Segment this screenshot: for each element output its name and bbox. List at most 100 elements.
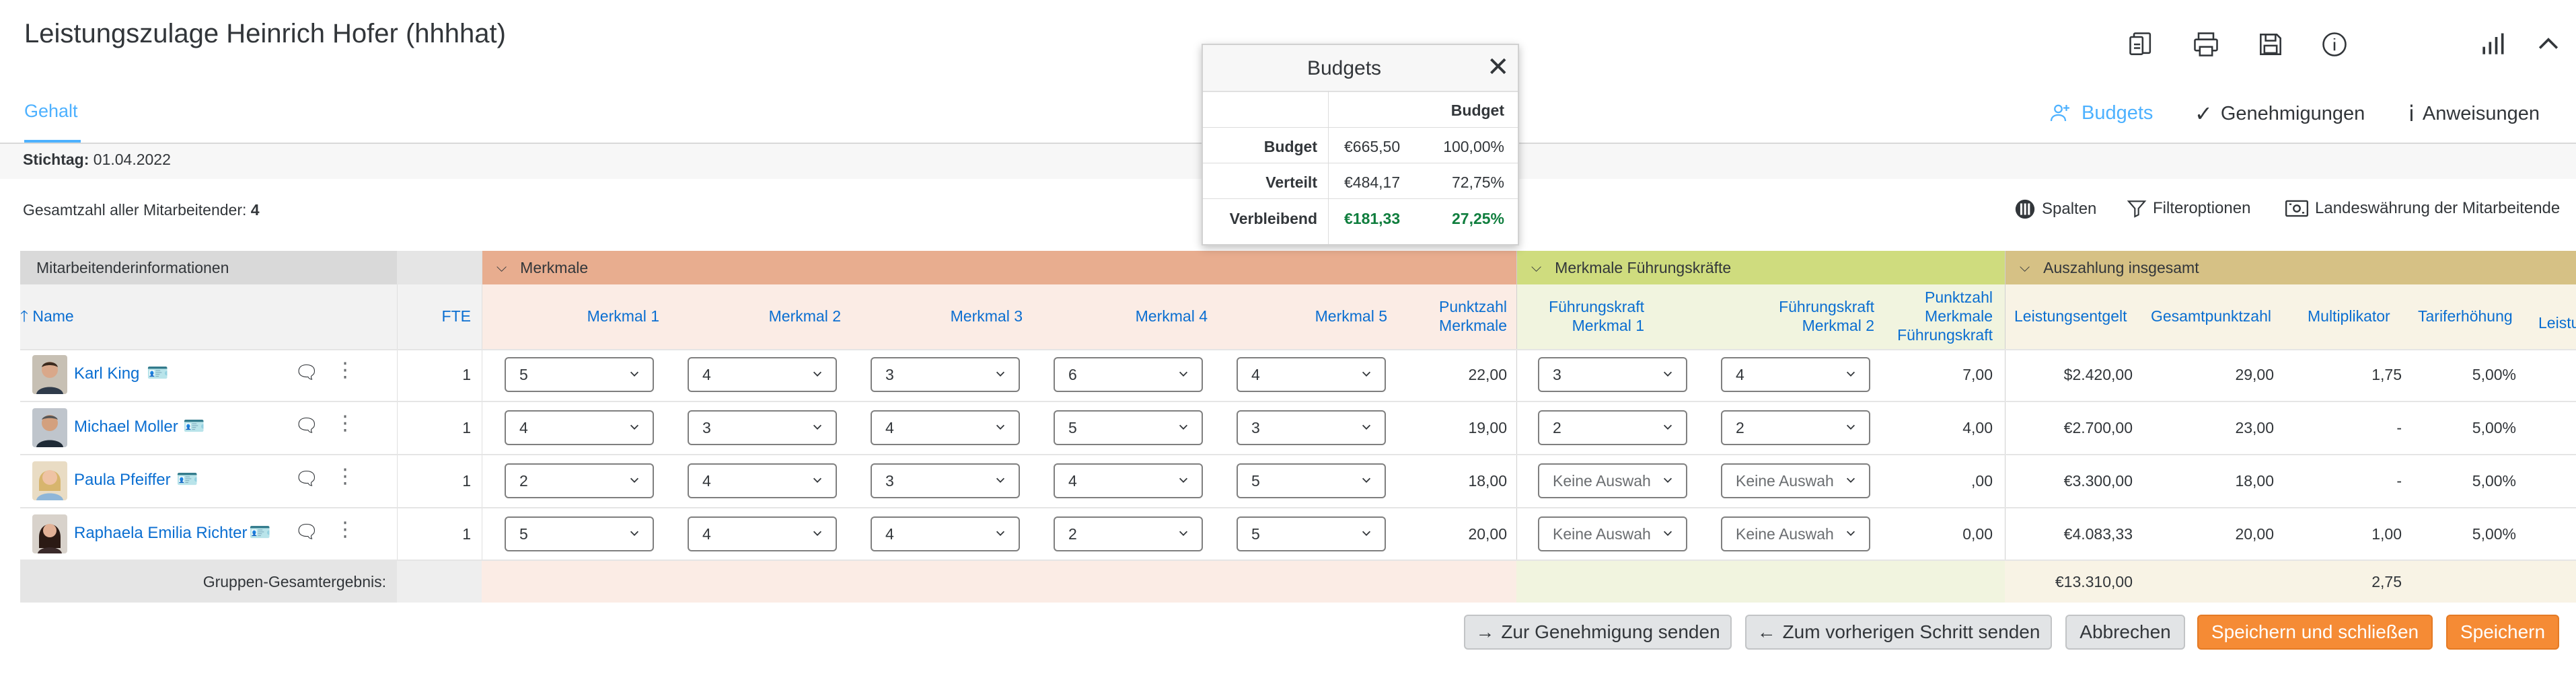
col-merkmal-1[interactable]: Merkmal 1: [491, 307, 659, 325]
group-merkmale[interactable]: ⌵ Merkmale: [496, 251, 588, 284]
arrow-left-icon: ←: [1757, 621, 1776, 642]
chevron-down-icon: ⌵: [496, 260, 507, 275]
print-icon[interactable]: [2188, 27, 2223, 62]
merkmal-1-select[interactable]: 5: [505, 516, 654, 551]
tariferhoehung-value: 5,00%: [2472, 472, 2516, 490]
fk-merkmal-2-select[interactable]: 2: [1721, 410, 1870, 445]
col-fk-merkmal-2[interactable]: Führungskraft Merkmal 2: [1716, 297, 1874, 335]
contact-card-icon[interactable]: 🪪: [183, 416, 205, 436]
fk-merkmal-2-select[interactable]: Keine Auswah: [1721, 463, 1870, 498]
export-icon[interactable]: [2124, 27, 2159, 62]
save-icon[interactable]: [2253, 27, 2288, 62]
info-i-icon: ⅰ: [2408, 102, 2415, 126]
distributed-row-label: Verteilt: [1265, 174, 1317, 191]
approvals-button[interactable]: ✓ Genehmigungen: [2195, 101, 2365, 126]
tab-gehalt[interactable]: Gehalt: [24, 101, 78, 122]
merkmal-1-select[interactable]: 2: [505, 463, 654, 498]
fk-merkmal-1-select[interactable]: 2: [1538, 410, 1687, 445]
columns-button[interactable]: Spalten: [2014, 198, 2096, 221]
contact-card-icon[interactable]: 🪪: [176, 469, 198, 490]
col-name[interactable]: 🡑 Name: [20, 307, 74, 325]
group-auszahlung[interactable]: ⌵ Auszahlung insgesamt: [2020, 251, 2199, 284]
merkmal-2-select[interactable]: 4: [688, 516, 837, 551]
col-punktzahl-merkmale[interactable]: Punktzahl Merkmale: [1399, 297, 1507, 335]
group-header-merkmale[interactable]: [482, 251, 1516, 284]
merkmal-3-select[interactable]: 3: [871, 463, 1020, 498]
merkmal-5-select[interactable]: 5: [1237, 516, 1386, 551]
merkmal-3-select[interactable]: 4: [871, 410, 1020, 445]
budgets-button[interactable]: Budgets: [2049, 101, 2153, 125]
multiplikator-value: -: [2396, 472, 2402, 490]
comment-icon[interactable]: 🗨: [295, 361, 319, 383]
fte-value: 1: [462, 419, 471, 436]
col-fk-merkmal-1[interactable]: Führungskraft Merkmal 1: [1534, 297, 1644, 335]
chevron-down-icon: ⌵: [2020, 260, 2030, 275]
comment-icon[interactable]: 🗨: [295, 520, 319, 543]
close-icon[interactable]: ✕: [1487, 52, 1510, 83]
employee-name[interactable]: Raphaela Emilia Richter: [74, 524, 247, 543]
col-gesamtpunktzahl[interactable]: Gesamtpunktzahl: [2151, 307, 2271, 325]
fk-merkmal-2-select[interactable]: Keine Auswah: [1721, 516, 1870, 551]
merkmal-2-select[interactable]: 4: [688, 357, 837, 392]
employee-name[interactable]: Paula Pfeiffer: [74, 471, 171, 490]
col-leistungsentgelt[interactable]: Leistungsentgelt: [2014, 307, 2127, 325]
col-merkmal-3[interactable]: Merkmal 3: [854, 307, 1023, 325]
more-options-icon[interactable]: ⋮: [335, 518, 355, 541]
currency-toggle[interactable]: Landeswährung der Mitarbeitende: [2284, 198, 2560, 219]
budgets-label: Budgets: [2082, 102, 2154, 124]
fk-merkmal-2-select[interactable]: 4: [1721, 357, 1870, 392]
punktzahl-fk-value: ,00: [1971, 472, 1993, 490]
chevron-down-icon: [1663, 424, 1672, 430]
more-options-icon[interactable]: ⋮: [335, 465, 355, 488]
cancel-button[interactable]: Abbrechen: [2065, 615, 2185, 650]
group-total-label: Gruppen-Gesamtergebnis:: [203, 573, 386, 590]
merkmal-5-select[interactable]: 5: [1237, 463, 1386, 498]
employee-name[interactable]: Karl King: [74, 364, 139, 383]
merkmal-4-select[interactable]: 4: [1054, 463, 1203, 498]
col-tariferhoehung[interactable]: Tariferhöhung: [2418, 307, 2513, 325]
col-punktzahl-fk[interactable]: Punktzahl Merkmale Führungskraft: [1884, 288, 1993, 344]
approvals-label: Genehmigungen: [2220, 102, 2365, 124]
col-fte[interactable]: FTE: [404, 307, 471, 325]
comment-icon[interactable]: 🗨: [295, 414, 319, 436]
merkmal-1-select[interactable]: 5: [505, 357, 654, 392]
col-merkmal-5[interactable]: Merkmal 5: [1219, 307, 1387, 325]
merkmal-3-select[interactable]: 4: [871, 516, 1020, 551]
merkmal-4-select[interactable]: 5: [1054, 410, 1203, 445]
send-previous-step-button[interactable]: ← Zum vorherigen Schritt senden: [1745, 615, 2052, 650]
save-button[interactable]: Speichern: [2446, 615, 2559, 650]
more-options-icon[interactable]: ⋮: [335, 358, 355, 382]
fk-merkmal-1-select[interactable]: Keine Auswah: [1538, 516, 1687, 551]
table-row: Karl King 🪪 🗨 ⋮ 1 5 4 3 6 4 22,00 3 4 7,…: [0, 349, 2576, 401]
merkmal-4-select[interactable]: 2: [1054, 516, 1203, 551]
chevron-down-icon: [996, 371, 1005, 377]
chevron-down-icon: [1179, 371, 1188, 377]
filter-button[interactable]: Filteroptionen: [2126, 198, 2250, 219]
send-approval-button[interactable]: → Zur Genehmigung senden: [1464, 615, 1732, 650]
contact-card-icon[interactable]: 🪪: [249, 522, 270, 543]
merkmal-2-select[interactable]: 4: [688, 463, 837, 498]
people-budget-icon: [2050, 104, 2069, 122]
contact-card-icon[interactable]: 🪪: [147, 362, 168, 383]
col-leistungszulage[interactable]: Leistu: [2538, 313, 2576, 332]
merkmal-4-select[interactable]: 6: [1054, 357, 1203, 392]
employee-name[interactable]: Michael Moller: [74, 418, 178, 436]
merkmal-1-select[interactable]: 4: [505, 410, 654, 445]
collapse-icon[interactable]: [2531, 27, 2566, 62]
save-close-button[interactable]: Speichern und schließen: [2197, 615, 2433, 650]
merkmal-5-select[interactable]: 4: [1237, 357, 1386, 392]
group-fk[interactable]: ⌵ Merkmale Führungskräfte: [1531, 251, 1731, 284]
col-merkmal-2[interactable]: Merkmal 2: [673, 307, 841, 325]
info-icon[interactable]: [2317, 27, 2352, 62]
col-multiplikator[interactable]: Multiplikator: [2308, 307, 2390, 325]
merkmal-3-select[interactable]: 3: [871, 357, 1020, 392]
bar-chart-icon[interactable]: [2475, 27, 2510, 62]
more-options-icon[interactable]: ⋮: [335, 412, 355, 435]
comment-icon[interactable]: 🗨: [295, 467, 319, 490]
merkmal-5-select[interactable]: 3: [1237, 410, 1386, 445]
fk-merkmal-1-select[interactable]: Keine Auswah: [1538, 463, 1687, 498]
merkmal-2-select[interactable]: 3: [688, 410, 837, 445]
fk-merkmal-1-select[interactable]: 3: [1538, 357, 1687, 392]
col-merkmal-4[interactable]: Merkmal 4: [1039, 307, 1208, 325]
instructions-button[interactable]: ⅰ Anweisungen: [2408, 101, 2540, 126]
